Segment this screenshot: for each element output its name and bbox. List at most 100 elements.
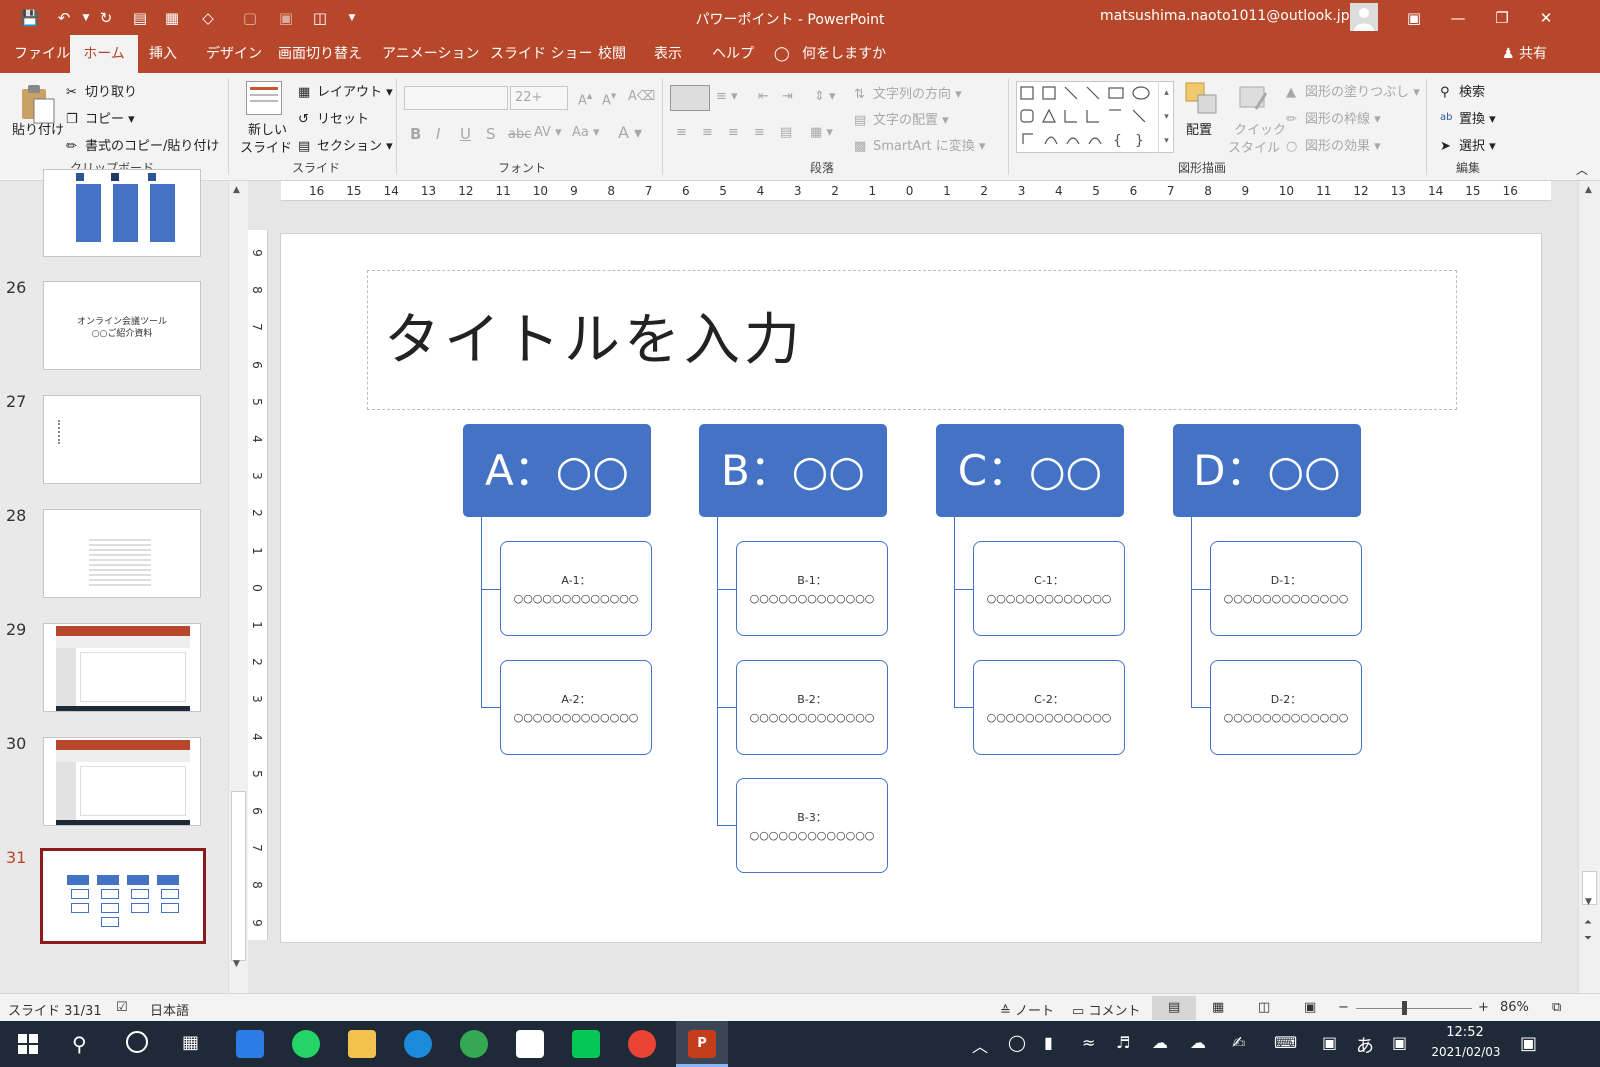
slide-thumbnail-31-selected[interactable] [40, 848, 206, 944]
reading-view-icon[interactable]: ◫ [1258, 1000, 1270, 1015]
shapes-gallery[interactable]: { } [1016, 81, 1174, 153]
bullets-icon[interactable] [670, 85, 710, 111]
pen-icon[interactable]: ✍ [1232, 1033, 1245, 1052]
language-indicator[interactable]: 日本語 [150, 1000, 189, 1019]
tab-design[interactable]: デザイン [194, 35, 274, 73]
slide-sorter-icon[interactable]: ▦ [1212, 1000, 1224, 1015]
file-explorer-icon[interactable] [348, 1030, 376, 1058]
paste-button[interactable]: 貼り付け [12, 119, 64, 138]
title-placeholder[interactable]: タイトルを入力 [367, 270, 1457, 410]
item-box-d-2[interactable]: D-2： ○○○○○○○○○○○○○ [1210, 660, 1362, 755]
copy-button[interactable]: ❐ コピー ▾ [66, 108, 135, 128]
align-center-icon[interactable]: ≡ [702, 125, 713, 140]
font-name-box[interactable] [404, 86, 508, 110]
volume-icon[interactable]: ♬ [1116, 1033, 1130, 1052]
cortana-icon[interactable] [126, 1031, 148, 1053]
italic-icon[interactable]: I [436, 125, 440, 143]
meet-now-icon[interactable]: ◯ [1008, 1033, 1026, 1052]
shapes-scroll[interactable]: ▴ ▾ ▾ [1158, 81, 1174, 153]
line-spacing-icon[interactable]: ⇕ ▾ [814, 89, 836, 104]
user-email[interactable]: matsushima.naoto1011@outlook.jp [1100, 8, 1350, 24]
shrink-font-icon[interactable]: A▾ [602, 89, 616, 108]
item-box-b-2[interactable]: B-2： ○○○○○○○○○○○○○ [736, 660, 888, 755]
redo-icon[interactable]: ↻ [96, 8, 116, 28]
next-slide-icon[interactable]: ⏷ [1584, 933, 1592, 944]
increase-indent-icon[interactable]: ⇥ [782, 89, 793, 104]
clock-time[interactable]: 12:52 [1430, 1025, 1500, 1040]
thumbnail-scrollbar[interactable]: ▲ ▼ [228, 181, 248, 993]
task-view-icon[interactable]: ▦ [182, 1032, 199, 1053]
line-icon[interactable] [572, 1030, 600, 1058]
slide-thumbnail-27[interactable] [43, 395, 201, 484]
slide-thumbnail-25[interactable] [43, 169, 201, 257]
wifi-icon[interactable]: ≈ [1082, 1033, 1095, 1052]
ungroup-icon[interactable]: ▣ [276, 8, 296, 28]
quick-styles-icon[interactable] [1236, 81, 1272, 117]
decrease-indent-icon[interactable]: ⇤ [758, 89, 769, 104]
mail-icon[interactable] [236, 1030, 264, 1058]
bold-icon[interactable]: B [410, 125, 421, 143]
powerpoint-taskbar-button[interactable]: P [676, 1021, 728, 1067]
slide-thumbnail-26[interactable]: オンライン会議ツール ○○ご紹介資料 [43, 281, 201, 370]
tell-me-search[interactable]: ◯ 何をしますか [762, 35, 898, 73]
new-slide-icon[interactable] [246, 81, 282, 115]
reset-button[interactable]: ↺ リセット [298, 108, 369, 128]
new-slide-label-2[interactable]: スライド [240, 137, 292, 156]
save-icon[interactable]: 💾 [20, 8, 40, 28]
section-button[interactable]: ▤ セクション ▾ [298, 135, 393, 155]
new-slide-label-1[interactable]: 新しい [248, 119, 287, 138]
scroll-up-icon[interactable]: ▲ [1585, 185, 1592, 195]
font-color-icon[interactable]: A ▾ [618, 123, 642, 142]
scroll-down-icon[interactable]: ▼ [233, 959, 240, 969]
cut-button[interactable]: ✂ 切り取り [66, 81, 137, 101]
quick-styles-label-2[interactable]: スタイル [1228, 137, 1280, 156]
undo-icon[interactable]: ↶ [54, 8, 74, 28]
layout-icon[interactable]: ▦ [162, 8, 182, 28]
category-header-d[interactable]: D：○○ [1173, 424, 1361, 517]
underline-icon[interactable]: U [460, 125, 471, 143]
arrange-icon[interactable]: ◫ [310, 8, 330, 28]
clear-formatting-icon[interactable]: A⌫ [628, 89, 655, 104]
tab-help[interactable]: ヘルプ [700, 35, 766, 73]
tab-view[interactable]: 表示 [642, 35, 694, 73]
change-case-icon[interactable]: Aa ▾ [572, 125, 600, 140]
edge-icon[interactable] [404, 1030, 432, 1058]
shadow-icon[interactable]: S [486, 125, 496, 143]
arrange-icon[interactable] [1184, 81, 1220, 117]
kindle-icon[interactable] [516, 1030, 544, 1058]
columns-icon[interactable]: ▦ ▾ [810, 125, 833, 140]
scroll-up-icon[interactable]: ▲ [233, 185, 240, 195]
select-button[interactable]: ➤ 選択 ▾ [1440, 135, 1496, 155]
tab-transitions[interactable]: 画面切り替え [266, 35, 374, 73]
editor-scrollbar[interactable]: ▲ ▼ ⏶ ⏷ [1578, 181, 1600, 993]
spellcheck-icon[interactable]: ☑ [116, 1000, 128, 1015]
scroll-down-icon[interactable]: ▼ [1585, 897, 1592, 907]
item-box-d-1[interactable]: D-1： ○○○○○○○○○○○○○ [1210, 541, 1362, 636]
char-spacing-icon[interactable]: AV ▾ [534, 125, 562, 140]
tab-review[interactable]: 校閲 [586, 35, 638, 73]
close-icon[interactable]: ✕ [1536, 8, 1556, 28]
text-direction-button[interactable]: ⇅ 文字列の方向 ▾ [854, 83, 962, 103]
item-box-a-1[interactable]: A-1： ○○○○○○○○○○○○○ [500, 541, 652, 636]
grow-font-icon[interactable]: A▴ [578, 89, 592, 108]
notifications-icon[interactable]: ▣ [1520, 1033, 1537, 1054]
item-box-a-2[interactable]: A-2： ○○○○○○○○○○○○○ [500, 660, 652, 755]
justify-icon[interactable]: ≡ [754, 125, 765, 140]
chrome-icon[interactable] [460, 1030, 488, 1058]
zoom-level[interactable]: 86% [1500, 1000, 1529, 1015]
shapes-icon[interactable]: ◇ [198, 8, 218, 28]
shape-outline-button[interactable]: ✏ 図形の枠線 ▾ [1286, 108, 1381, 128]
customize-qat-icon[interactable]: ▼ [342, 8, 362, 28]
restore-icon[interactable]: ❐ [1492, 8, 1512, 28]
keyboard-icon[interactable]: ⌨ [1274, 1033, 1297, 1052]
distribute-icon[interactable]: ▤ [780, 125, 792, 140]
ime-pad-icon[interactable]: ▣ [1392, 1033, 1407, 1052]
zoom-in-icon[interactable]: + [1478, 1000, 1489, 1015]
notes-button[interactable]: ≙ ノート [1000, 1000, 1054, 1019]
windows-start-icon[interactable] [18, 1034, 38, 1054]
tab-animations[interactable]: アニメーション [370, 35, 491, 73]
share-button[interactable]: ♟ 共有 [1490, 35, 1559, 73]
collapse-ribbon-icon[interactable]: ︿ [1576, 161, 1588, 178]
avatar[interactable] [1350, 3, 1378, 31]
ime-indicator[interactable]: あ [1356, 1032, 1374, 1058]
